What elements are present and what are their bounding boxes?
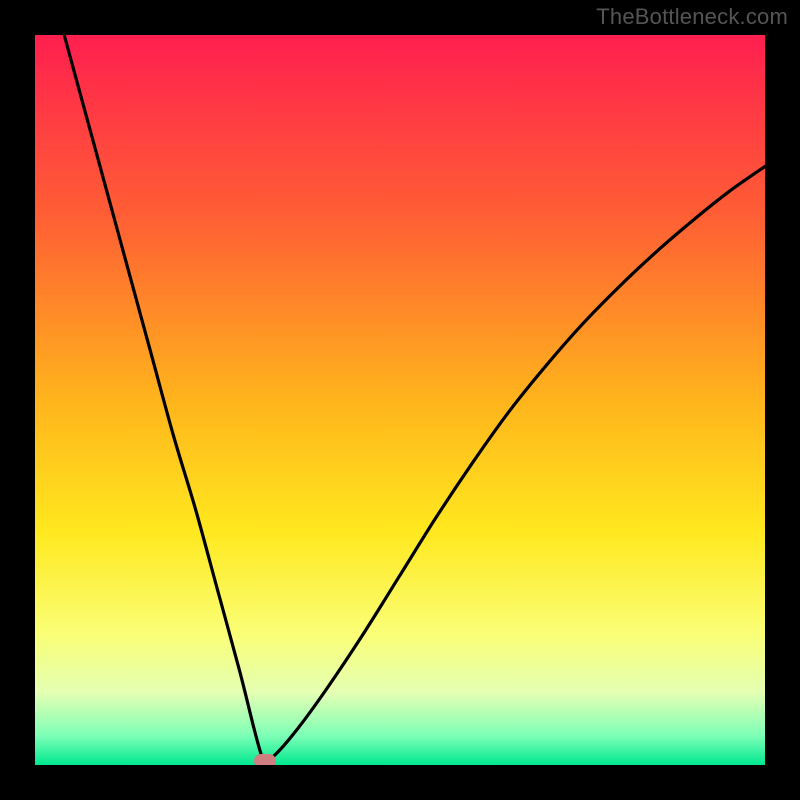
watermark-text: TheBottleneck.com <box>596 4 788 30</box>
optimum-marker <box>254 754 276 765</box>
chart-plot-area <box>35 35 765 765</box>
bottleneck-curve <box>35 35 765 765</box>
